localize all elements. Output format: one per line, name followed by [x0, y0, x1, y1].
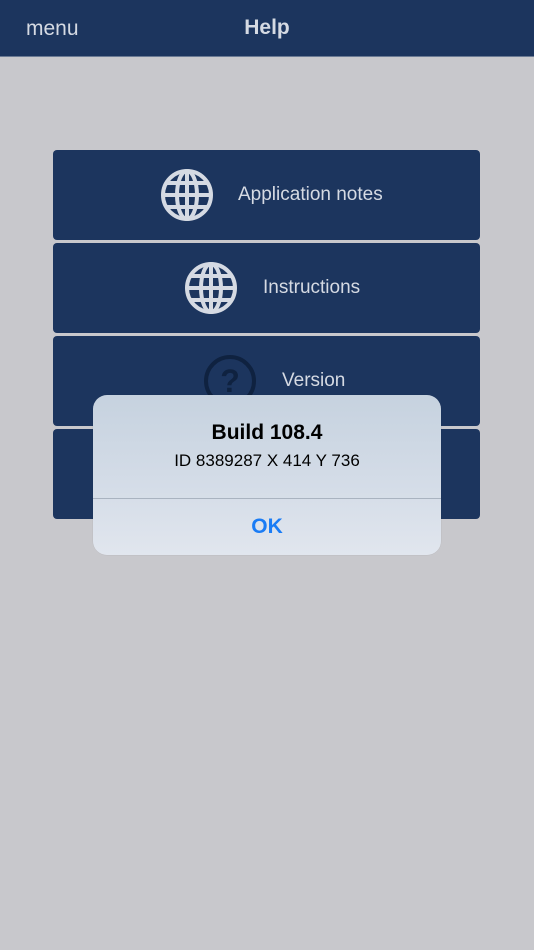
ok-button[interactable]: OK — [93, 499, 441, 555]
alert-message: ID 8389287 X 414 Y 736 — [174, 451, 360, 470]
alert-dialog: Build 108.4 ID 8389287 X 414 Y 736 OK — [93, 395, 441, 555]
alert-title: Build 108.4 — [211, 421, 323, 444]
